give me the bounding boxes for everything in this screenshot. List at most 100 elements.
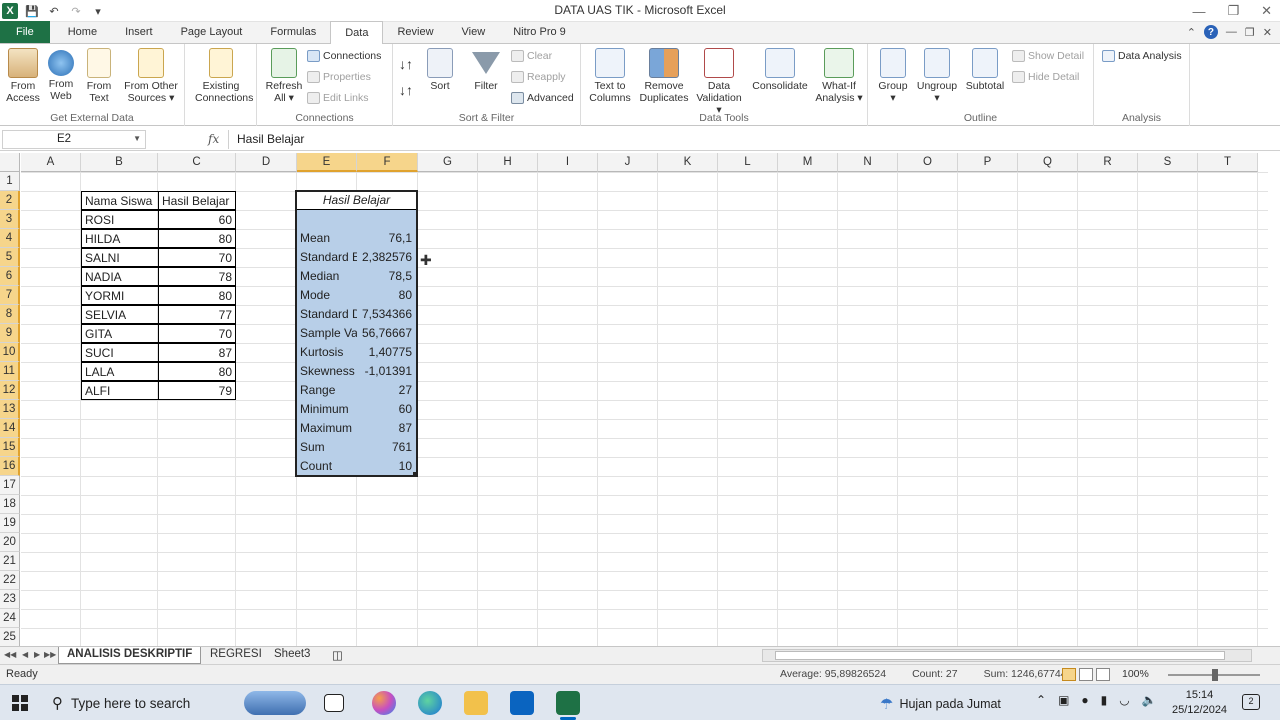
show-hidden-icons-icon[interactable]: ⌃ <box>1036 693 1046 707</box>
column-header-n[interactable]: N <box>838 153 898 172</box>
row-header-23[interactable]: 23 <box>0 590 20 609</box>
row-header-18[interactable]: 18 <box>0 495 20 514</box>
row-header-8[interactable]: 8 <box>0 305 20 324</box>
taskbar-search[interactable]: ⚲ Type here to search <box>44 689 224 717</box>
notification-icon[interactable]: 2 <box>1242 694 1260 710</box>
outlook-icon[interactable] <box>510 691 534 715</box>
sort-button[interactable]: Sort <box>417 48 463 92</box>
student-name-cell[interactable]: SELVIA <box>81 305 159 324</box>
column-header-r[interactable]: R <box>1078 153 1138 172</box>
advanced-button[interactable]: Advanced <box>511 92 574 104</box>
column-header-f[interactable]: F <box>357 153 418 172</box>
properties-button[interactable]: Properties <box>307 71 371 83</box>
hide-detail-button[interactable]: Hide Detail <box>1012 71 1079 83</box>
windows-start-icon[interactable] <box>12 695 28 711</box>
column-header-s[interactable]: S <box>1138 153 1198 172</box>
student-score-cell[interactable]: 78 <box>158 267 236 286</box>
reapply-button[interactable]: Reapply <box>511 71 566 83</box>
column-header-a[interactable]: A <box>21 153 81 172</box>
last-sheet-icon[interactable]: ▶▶ <box>44 650 56 659</box>
column-header-e[interactable]: E <box>297 153 357 172</box>
row-header-25[interactable]: 25 <box>0 628 20 646</box>
data-validation-button[interactable]: Data Validation ▾ <box>693 48 745 116</box>
ungroup-button[interactable]: Ungroup ▾ <box>914 48 960 104</box>
row-header-9[interactable]: 9 <box>0 324 20 343</box>
student-name-cell[interactable]: ALFI <box>81 381 159 400</box>
column-header-o[interactable]: O <box>898 153 958 172</box>
row-header-24[interactable]: 24 <box>0 609 20 628</box>
student-name-cell[interactable]: NADIA <box>81 267 159 286</box>
column-header-m[interactable]: M <box>778 153 838 172</box>
column-header-q[interactable]: Q <box>1018 153 1078 172</box>
sheet-tab-sheet3[interactable]: Sheet3 <box>266 647 318 664</box>
row-header-17[interactable]: 17 <box>0 476 20 495</box>
row-header-2[interactable]: 2 <box>0 191 20 210</box>
student-name-cell[interactable]: ROSI <box>81 210 159 229</box>
consolidate-button[interactable]: Consolidate <box>749 48 811 92</box>
student-score-cell[interactable]: 60 <box>158 210 236 229</box>
excel-taskbar-icon[interactable] <box>556 691 580 720</box>
row-header-14[interactable]: 14 <box>0 419 20 438</box>
tab-view[interactable]: View <box>448 21 500 43</box>
tab-insert[interactable]: Insert <box>111 21 167 43</box>
clear-button[interactable]: Clear <box>511 50 552 62</box>
student-name-cell[interactable]: LALA <box>81 362 159 381</box>
sort-z-a-icon[interactable]: ↓↑ <box>399 82 413 98</box>
fill-handle[interactable] <box>413 472 418 477</box>
table-header-nama-siswa[interactable]: Nama Siswa <box>81 191 159 210</box>
row-header-20[interactable]: 20 <box>0 533 20 552</box>
row-header-16[interactable]: 16 <box>0 457 20 476</box>
worksheet-grid[interactable]: ABCDEFGHIJKLMNOPQRST 1 2 3 4 5 6 7 8 9 10 11 12 13 14… <box>0 153 1268 646</box>
zoom-level[interactable]: 100% <box>1122 668 1149 680</box>
row-header-1[interactable]: 1 <box>0 172 20 191</box>
existing-connections-button[interactable]: Existing Connections <box>195 48 253 104</box>
student-score-cell[interactable]: 79 <box>158 381 236 400</box>
normal-view-icon[interactable] <box>1062 668 1076 681</box>
page-layout-view-icon[interactable] <box>1079 668 1093 681</box>
from-text-button[interactable]: From Text <box>76 48 122 104</box>
column-header-p[interactable]: P <box>958 153 1018 172</box>
student-name-cell[interactable]: YORMI <box>81 286 159 305</box>
microphone-icon[interactable]: ● <box>1081 693 1088 707</box>
row-header-6[interactable]: 6 <box>0 267 20 286</box>
first-sheet-icon[interactable]: ◀◀ <box>4 650 16 659</box>
zoom-slider[interactable] <box>1168 669 1260 681</box>
tab-review[interactable]: Review <box>383 21 447 43</box>
table-header-hasil-belajar[interactable]: Hasil Belajar <box>158 191 236 210</box>
column-header-c[interactable]: C <box>158 153 236 172</box>
student-name-cell[interactable]: GITA <box>81 324 159 343</box>
row-header-7[interactable]: 7 <box>0 286 20 305</box>
row-header-12[interactable]: 12 <box>0 381 20 400</box>
restore-icon[interactable]: ❐ <box>1227 3 1239 19</box>
next-sheet-icon[interactable]: ▶ <box>34 650 40 659</box>
wifi-icon[interactable]: ◡ <box>1119 693 1129 707</box>
zoom-slider-knob[interactable] <box>1212 669 1218 681</box>
column-header-g[interactable]: G <box>418 153 478 172</box>
student-score-cell[interactable]: 70 <box>158 248 236 267</box>
insert-sheet-icon[interactable]: ◫ <box>324 647 351 664</box>
insert-function-icon[interactable]: fx <box>208 132 219 146</box>
column-header-i[interactable]: I <box>538 153 598 172</box>
data-analysis-button[interactable]: Data Analysis <box>1102 50 1182 62</box>
tab-data[interactable]: Data <box>330 21 384 44</box>
column-header-d[interactable]: D <box>236 153 297 172</box>
student-score-cell[interactable]: 77 <box>158 305 236 324</box>
row-header-22[interactable]: 22 <box>0 571 20 590</box>
tab-page-layout[interactable]: Page Layout <box>167 21 257 43</box>
file-explorer-icon[interactable] <box>464 691 488 715</box>
select-all-corner[interactable] <box>0 153 20 172</box>
text-to-columns-button[interactable]: Text to Columns <box>585 48 635 104</box>
tab-formulas[interactable]: Formulas <box>256 21 330 43</box>
student-score-cell[interactable]: 80 <box>158 362 236 381</box>
volume-icon[interactable]: 🔈 <box>1142 693 1157 707</box>
name-box-dropdown-icon[interactable]: ▼ <box>133 134 141 143</box>
from-other-sources-button[interactable]: From Other Sources ▾ <box>124 48 178 104</box>
row-header-5[interactable]: 5 <box>0 248 20 267</box>
show-detail-button[interactable]: Show Detail <box>1012 50 1084 62</box>
weather-widget[interactable]: ☂ Hujan pada Jumat <box>880 695 1001 713</box>
column-header-b[interactable]: B <box>81 153 158 172</box>
sort-a-z-icon[interactable]: ↓↑ <box>399 56 413 72</box>
sheet-tab-analisis-deskriptif[interactable]: ANALISIS DESKRIPTIF <box>58 647 202 664</box>
prev-sheet-icon[interactable]: ◀ <box>22 650 28 659</box>
tab-home[interactable]: Home <box>54 21 111 43</box>
